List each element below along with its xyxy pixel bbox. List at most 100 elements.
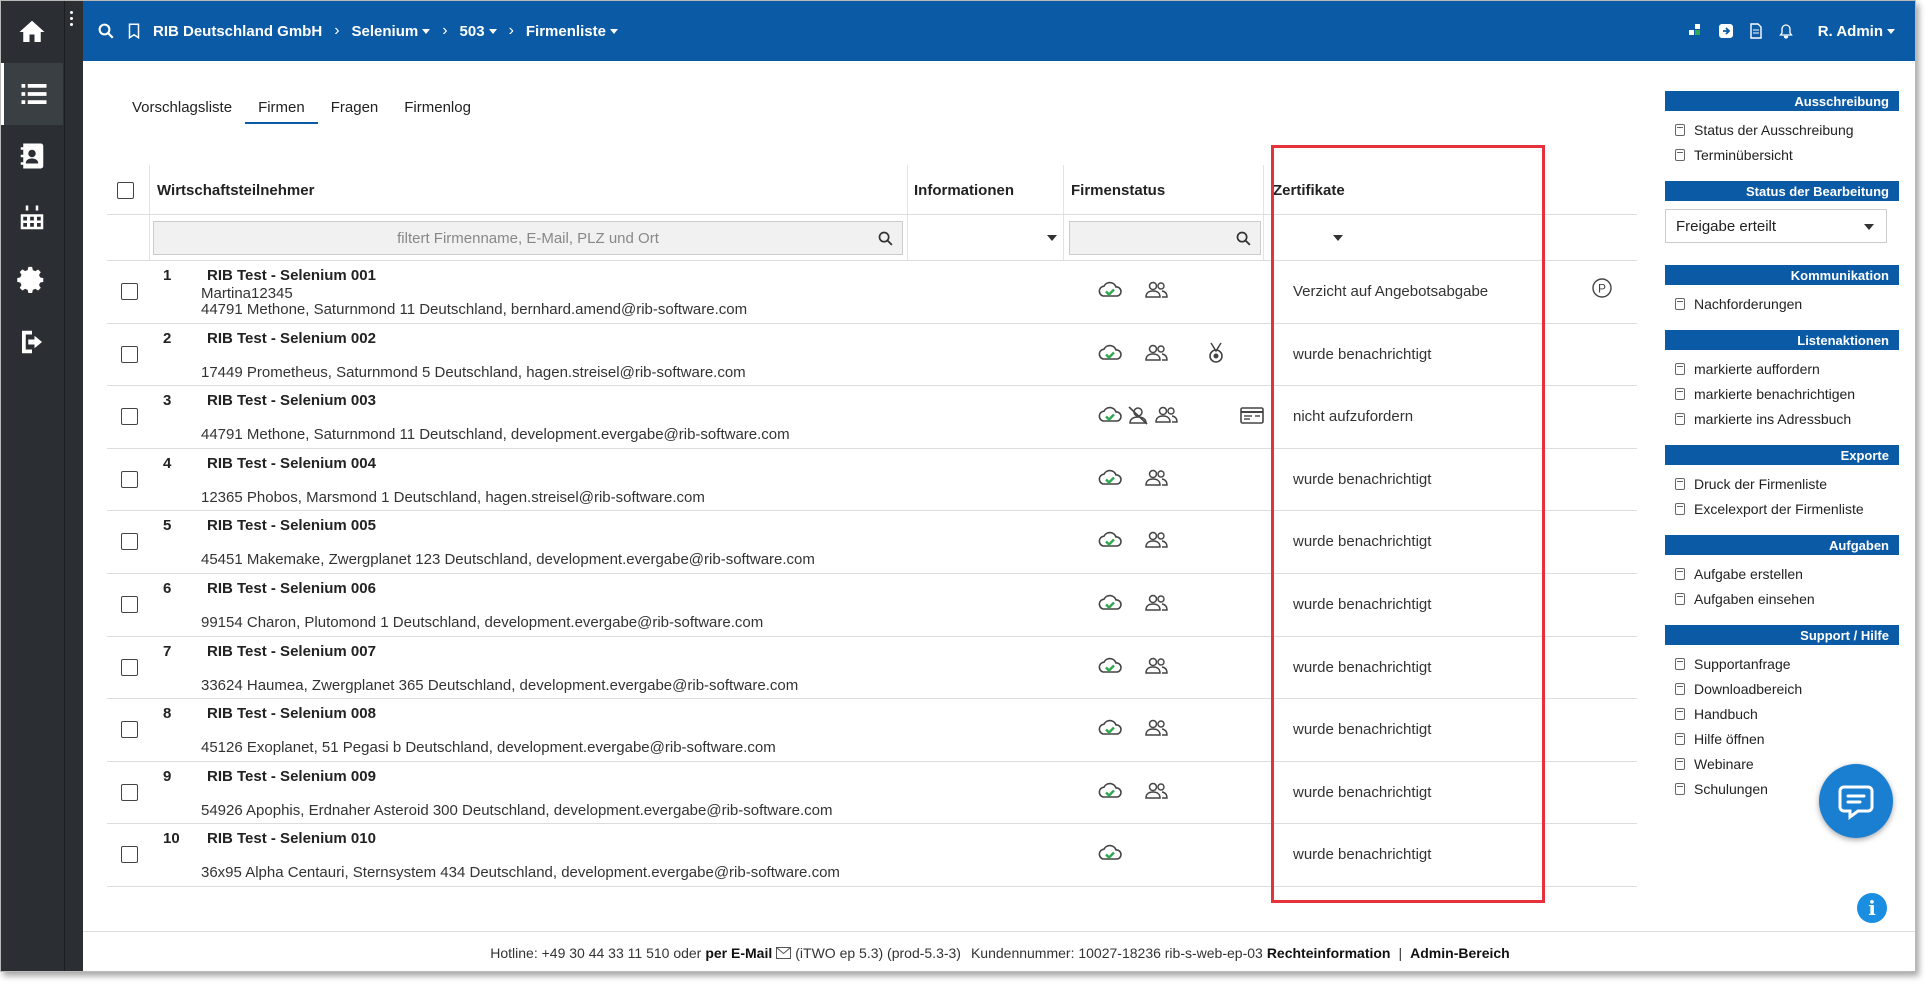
- select-all-checkbox[interactable]: [117, 181, 134, 199]
- search-icon[interactable]: [877, 230, 894, 247]
- row-checkbox[interactable]: [121, 658, 138, 676]
- company-name[interactable]: RIB Test - Selenium 001: [207, 267, 376, 284]
- table-row[interactable]: 8 RIB Test - Selenium 008 45126 Exoplanet,…: [107, 699, 1637, 762]
- table-row[interactable]: 4 RIB Test - Selenium 004 12365 Phobos, Ma…: [107, 449, 1637, 512]
- info-filter-select[interactable]: [911, 221, 1057, 255]
- sidebar-item-terminuebersicht[interactable]: Terminübersicht: [1665, 142, 1899, 167]
- footer-email-link[interactable]: per E-Mail: [705, 945, 772, 961]
- processing-status-select[interactable]: Freigabe erteilt: [1665, 209, 1887, 243]
- company-name[interactable]: RIB Test - Selenium 004: [207, 455, 376, 472]
- row-checkbox[interactable]: [121, 470, 138, 488]
- company-name[interactable]: RIB Test - Selenium 009: [207, 768, 376, 785]
- sidebar-item-aufgaben-einsehen[interactable]: Aufgaben einsehen: [1665, 586, 1899, 611]
- sidebar-item-supportanfrage[interactable]: Supportanfrage: [1665, 651, 1899, 676]
- info-icon-slot[interactable]: [1097, 342, 1123, 368]
- company-name[interactable]: RIB Test - Selenium 003: [207, 392, 376, 409]
- row-checkbox[interactable]: [121, 345, 138, 363]
- info-icon-slot[interactable]: [1097, 467, 1123, 493]
- table-row[interactable]: 1 RIB Test - Selenium 001 Martina12345 4479…: [107, 261, 1637, 324]
- apps-icon[interactable]: [1688, 23, 1704, 39]
- table-row[interactable]: 7 RIB Test - Selenium 007 33624 Haumea, Zw…: [107, 637, 1637, 700]
- certificate-p-icon[interactable]: P: [1591, 277, 1613, 299]
- breadcrumb-project[interactable]: Selenium: [352, 23, 431, 40]
- sidebar-item-druck[interactable]: Druck der Firmenliste: [1665, 471, 1899, 496]
- row-checkbox[interactable]: [121, 846, 138, 864]
- company-name[interactable]: RIB Test - Selenium 010: [207, 830, 376, 847]
- info-icon-slot[interactable]: [1097, 717, 1123, 743]
- bookmark-icon[interactable]: [125, 22, 143, 40]
- info-icon-slot[interactable]: [1097, 592, 1123, 618]
- column-header-company[interactable]: Wirtschaftsteilnehmer: [157, 165, 314, 215]
- sidebar-item-aufgabe-erstellen[interactable]: Aufgabe erstellen: [1665, 561, 1899, 586]
- info-icon-slot[interactable]: [1143, 279, 1169, 305]
- status-filter-input[interactable]: [1069, 221, 1261, 255]
- user-menu[interactable]: R. Admin: [1818, 23, 1895, 40]
- company-name[interactable]: RIB Test - Selenium 005: [207, 517, 376, 534]
- footer-legal-link[interactable]: Rechteinformation: [1267, 945, 1391, 961]
- info-icon-slot[interactable]: [1239, 404, 1265, 430]
- tab-vorschlagsliste[interactable]: Vorschlagsliste: [119, 99, 245, 124]
- info-icon-slot[interactable]: [1143, 592, 1169, 618]
- info-icon-slot[interactable]: [1153, 404, 1179, 430]
- info-icon-slot[interactable]: [1097, 529, 1123, 555]
- info-icon-slot[interactable]: [1143, 655, 1169, 681]
- sidebar-item-excelexport[interactable]: Excelexport der Firmenliste: [1665, 496, 1899, 521]
- company-name[interactable]: RIB Test - Selenium 006: [207, 580, 376, 597]
- chat-button[interactable]: [1819, 764, 1893, 838]
- info-icon-slot[interactable]: [1125, 404, 1151, 430]
- info-icon-slot[interactable]: [1097, 655, 1123, 681]
- row-checkbox[interactable]: [121, 783, 138, 801]
- info-icon-slot[interactable]: [1143, 529, 1169, 555]
- sidebar-item-markierte-benachrichtigen[interactable]: markierte benachrichtigen: [1665, 381, 1899, 406]
- sidebar-item-hilfe[interactable]: Hilfe öffnen: [1665, 726, 1899, 751]
- breadcrumb-procedure[interactable]: 503: [460, 23, 497, 40]
- more-dots-icon[interactable]: [69, 11, 75, 29]
- breadcrumb-page[interactable]: Firmenliste: [526, 23, 618, 40]
- column-header-status[interactable]: Firmenstatus: [1071, 165, 1165, 215]
- gear-icon[interactable]: [1, 249, 63, 311]
- column-header-info[interactable]: Informationen: [914, 165, 1014, 215]
- sidebar-item-markierte-adressbuch[interactable]: markierte ins Adressbuch: [1665, 406, 1899, 431]
- row-checkbox[interactable]: [121, 283, 138, 300]
- sidebar-item-downloadbereich[interactable]: Downloadbereich: [1665, 676, 1899, 701]
- info-icon-slot[interactable]: [1143, 717, 1169, 743]
- logout-icon[interactable]: [1, 311, 63, 373]
- home-icon[interactable]: [1, 1, 63, 63]
- sidebar-item-nachforderungen[interactable]: Nachforderungen: [1665, 291, 1899, 316]
- footer-admin-link[interactable]: Admin-Bereich: [1410, 945, 1510, 961]
- row-checkbox[interactable]: [121, 408, 138, 426]
- sidebar-item-status-ausschreibung[interactable]: Status der Ausschreibung: [1665, 117, 1899, 142]
- list-icon[interactable]: [1, 63, 63, 125]
- info-icon-slot[interactable]: [1203, 342, 1229, 368]
- bell-icon[interactable]: [1778, 23, 1794, 39]
- sidebar-item-markierte-auffordern[interactable]: markierte auffordern: [1665, 356, 1899, 381]
- table-row[interactable]: 10 RIB Test - Selenium 010 36x95 Alpha Cen…: [107, 824, 1637, 887]
- info-icon[interactable]: i: [1857, 893, 1887, 923]
- search-icon[interactable]: [1235, 230, 1252, 247]
- switch-icon[interactable]: [1718, 23, 1734, 39]
- address-book-icon[interactable]: [1, 125, 63, 187]
- column-header-cert[interactable]: Zertifikate: [1273, 165, 1345, 215]
- cert-filter-select[interactable]: [1269, 221, 1343, 255]
- info-icon-slot[interactable]: [1097, 842, 1123, 868]
- search-icon[interactable]: [97, 22, 115, 40]
- tab-firmenlog[interactable]: Firmenlog: [391, 99, 484, 124]
- info-icon-slot[interactable]: [1143, 467, 1169, 493]
- table-row[interactable]: 5 RIB Test - Selenium 005 45451 Makemake, …: [107, 511, 1637, 574]
- breadcrumb-company[interactable]: RIB Deutschland GmbH: [153, 23, 322, 40]
- info-icon-slot[interactable]: [1143, 780, 1169, 806]
- company-filter-input[interactable]: filtert Firmenname, E-Mail, PLZ und Ort: [153, 221, 903, 255]
- row-checkbox[interactable]: [121, 595, 138, 613]
- sidebar-item-handbuch[interactable]: Handbuch: [1665, 701, 1899, 726]
- row-checkbox[interactable]: [121, 721, 138, 739]
- table-row[interactable]: 6 RIB Test - Selenium 006 99154 Charon, Pl…: [107, 574, 1637, 637]
- table-row[interactable]: 9 RIB Test - Selenium 009 54926 Apophis, E…: [107, 762, 1637, 825]
- company-name[interactable]: RIB Test - Selenium 002: [207, 330, 376, 347]
- info-icon-slot[interactable]: [1143, 342, 1169, 368]
- info-icon-slot[interactable]: [1097, 404, 1123, 430]
- table-row[interactable]: 3 RIB Test - Selenium 003 44791 Methone, S…: [107, 386, 1637, 449]
- company-name[interactable]: RIB Test - Selenium 008: [207, 705, 376, 722]
- info-icon-slot[interactable]: [1097, 780, 1123, 806]
- row-checkbox[interactable]: [121, 533, 138, 551]
- document-icon[interactable]: [1748, 23, 1764, 39]
